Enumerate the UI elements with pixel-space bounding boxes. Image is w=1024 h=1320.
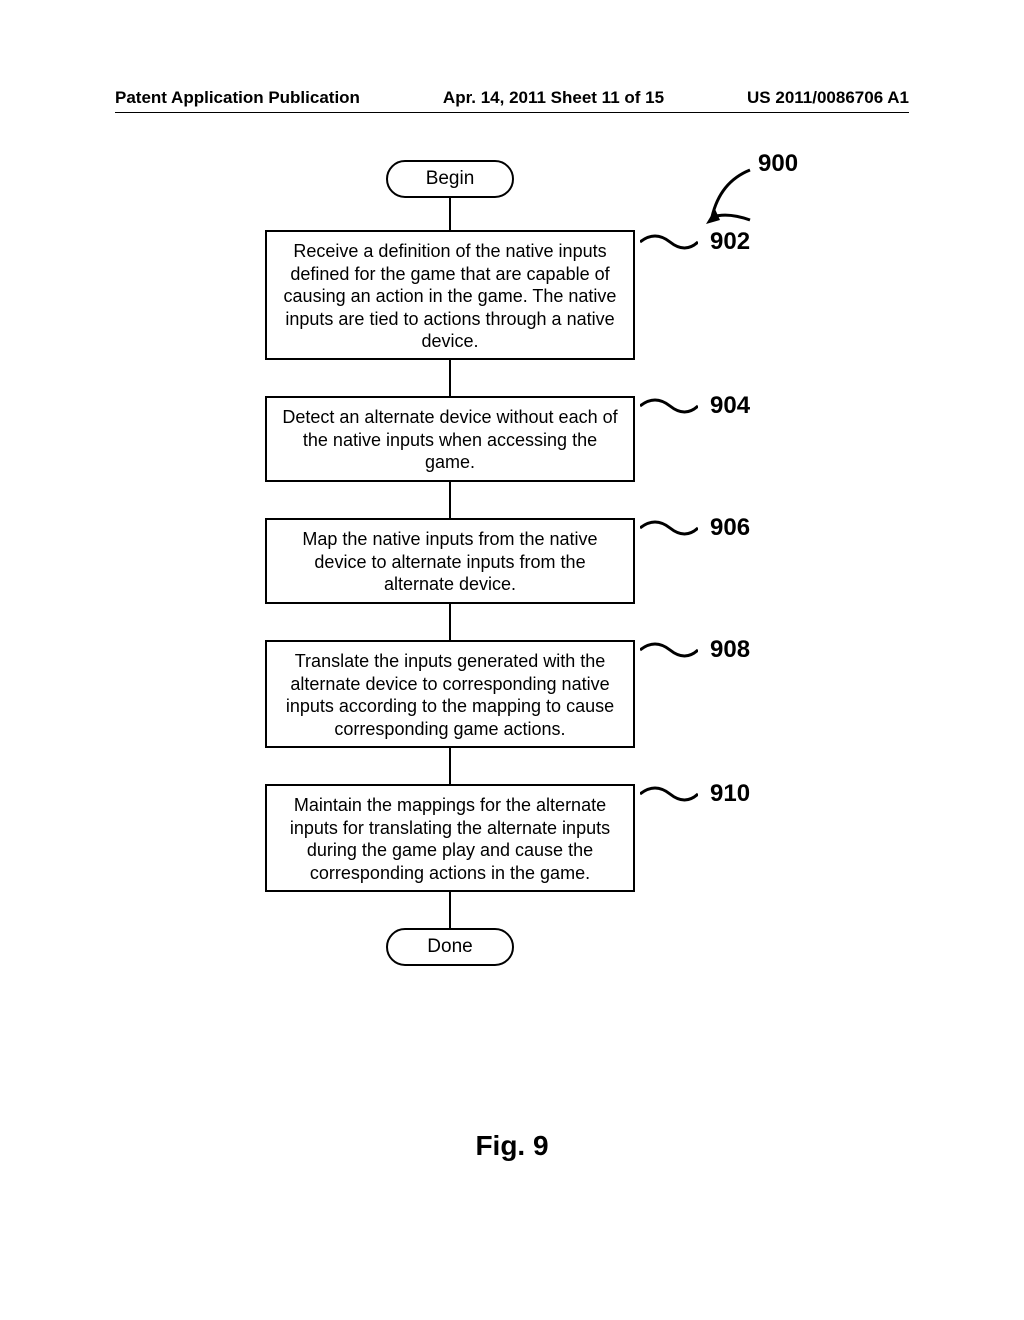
page-header: Patent Application Publication Apr. 14, … xyxy=(0,88,1024,108)
step-910: Maintain the mappings for the alternate … xyxy=(265,784,635,892)
header-mid: Apr. 14, 2011 Sheet 11 of 15 xyxy=(443,88,664,108)
header-divider xyxy=(115,112,909,113)
connector xyxy=(449,360,451,396)
connector xyxy=(449,604,451,640)
ref-label-908: 908 xyxy=(710,636,770,664)
ref-label-910: 910 xyxy=(710,780,770,808)
connector xyxy=(449,892,451,928)
leader-line-icon xyxy=(640,640,698,664)
leader-line-icon xyxy=(640,518,698,542)
step-904: Detect an alternate device without each … xyxy=(265,396,635,482)
leader-line-icon xyxy=(640,232,698,256)
connector xyxy=(449,482,451,518)
connector xyxy=(449,198,451,230)
leader-line-icon xyxy=(640,396,698,420)
figure-caption: Fig. 9 xyxy=(0,1130,1024,1162)
flowchart: 900 Begin Receive a definition of the na… xyxy=(0,150,1024,1160)
ref-label-906: 906 xyxy=(710,514,770,542)
step-908: Translate the inputs generated with the … xyxy=(265,640,635,748)
diagram-ref-label: 900 xyxy=(758,150,818,178)
terminal-begin: Begin xyxy=(386,160,514,198)
header-left: Patent Application Publication xyxy=(115,88,360,108)
connector xyxy=(449,748,451,784)
ref-label-902: 902 xyxy=(710,228,770,256)
terminal-done: Done xyxy=(386,928,514,966)
flow-column: Begin Receive a definition of the native… xyxy=(265,160,635,966)
step-902: Receive a definition of the native input… xyxy=(265,230,635,360)
step-906: Map the native inputs from the native de… xyxy=(265,518,635,604)
ref-label-904: 904 xyxy=(710,392,770,420)
leader-line-icon xyxy=(640,784,698,808)
header-right: US 2011/0086706 A1 xyxy=(747,88,909,108)
